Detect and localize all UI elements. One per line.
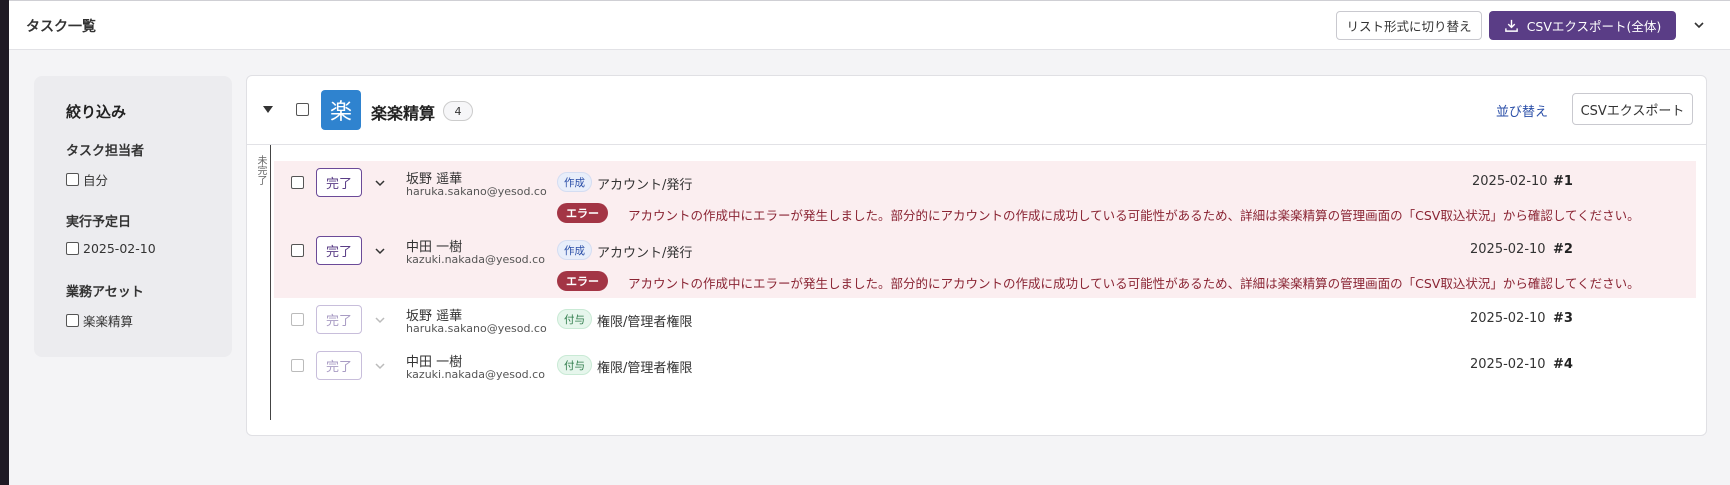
filter-title: 絞り込み [66,103,127,121]
filter-asset-option[interactable]: 楽楽精算 [66,311,133,330]
group-select-checkbox[interactable] [296,103,309,116]
asset-name: 楽楽精算 [371,104,436,123]
chevron-down-icon[interactable] [374,314,386,326]
task-number: #4 [1553,357,1573,372]
filter-asset-checkbox[interactable] [66,314,79,327]
collapse-caret-icon[interactable] [263,106,273,113]
task-date: 2025-02-10 [1470,311,1546,326]
csv-export-all-label: CSVエクスポート(全体) [1526,19,1662,34]
row-checkbox[interactable] [291,359,304,372]
error-badge: エラー [557,271,608,291]
download-icon [1504,19,1518,32]
asset-logo: 楽 [321,90,361,130]
switch-to-list-button[interactable]: リスト形式に切り替え [1336,11,1482,40]
complete-button[interactable]: 完了 [316,168,362,197]
task-number: #1 [1553,174,1573,189]
chevron-down-icon[interactable] [1692,18,1706,32]
status-section-bar: 未完了 [247,145,271,420]
chevron-down-icon[interactable] [374,360,386,372]
chevron-down-icon[interactable] [374,245,386,257]
filter-date-checkbox[interactable] [66,242,79,255]
row-checkbox[interactable] [291,176,304,189]
filter-assignee-checkbox[interactable] [66,173,79,186]
filter-date-option[interactable]: 2025-02-10 [66,241,156,256]
sort-link[interactable]: 並び替え [1496,101,1548,120]
csv-export-button[interactable]: CSVエクスポート [1572,93,1693,125]
task-row: 完了 坂野 遥華 haruka.sakano@yesod.co 作成 アカウント… [274,161,1696,229]
error-message: アカウントの作成中にエラーが発生しました。部分的にアカウントの作成に成功している… [628,208,1640,223]
complete-button[interactable]: 完了 [316,305,362,334]
status-section-label: 未完了 [255,155,266,185]
filter-assignee-option[interactable]: 自分 [66,170,108,189]
task-date: 2025-02-10 [1472,174,1548,189]
task-group-card: 楽 楽楽精算 4 並び替え CSVエクスポート 未完了 完了 坂野 遥華 har… [246,75,1707,436]
page-title: タスク一覧 [26,19,96,35]
task-row: 完了 中田 一樹 kazuki.nakada@yesod.co 付与 権限/管理… [274,344,1696,386]
complete-button[interactable]: 完了 [316,236,362,265]
task-type-tag: 付与 [557,355,592,375]
row-checkbox[interactable] [291,244,304,257]
task-label: 権限/管理者権限 [597,361,693,376]
task-label: アカウント/発行 [597,246,693,261]
filter-asset-heading: 業務アセット [66,285,144,300]
filter-date-heading: 実行予定日 [66,215,132,230]
group-header: 楽 楽楽精算 4 並び替え CSVエクスポート [247,76,1706,145]
task-date: 2025-02-10 [1470,357,1546,372]
task-type-tag: 作成 [557,172,592,192]
assignee-email: kazuki.nakada@yesod.co [406,368,545,381]
task-row: 完了 中田 一樹 kazuki.nakada@yesod.co 作成 アカウント… [274,229,1696,298]
task-type-tag: 付与 [557,309,592,329]
filter-assignee-heading: タスク担当者 [66,144,145,159]
window-edge [0,0,9,485]
task-date: 2025-02-10 [1470,242,1546,257]
task-number: #3 [1553,311,1573,326]
chevron-down-icon[interactable] [374,177,386,189]
task-count-badge: 4 [443,101,473,121]
row-checkbox[interactable] [291,313,304,326]
complete-button[interactable]: 完了 [316,351,362,380]
filter-date-label: 2025-02-10 [83,241,156,256]
task-number: #2 [1553,242,1573,257]
csv-export-all-button[interactable]: CSVエクスポート(全体) [1489,11,1676,40]
top-bar: タスク一覧 リスト形式に切り替え CSVエクスポート(全体) [9,1,1730,50]
task-type-tag: 作成 [557,240,592,260]
filter-asset-label: 楽楽精算 [83,314,134,329]
task-label: 権限/管理者権限 [597,315,693,330]
task-label: アカウント/発行 [597,178,693,193]
error-message: アカウントの作成中にエラーが発生しました。部分的にアカウントの作成に成功している… [628,276,1640,291]
task-row: 完了 坂野 遥華 haruka.sakano@yesod.co 付与 権限/管理… [274,298,1696,340]
assignee-email: kazuki.nakada@yesod.co [406,253,545,266]
error-badge: エラー [557,203,608,223]
filter-panel: 絞り込み タスク担当者 自分 実行予定日 2025-02-10 業務アセット 楽… [34,76,232,357]
filter-assignee-label: 自分 [83,173,109,188]
assignee-email: haruka.sakano@yesod.co [406,185,547,198]
assignee-email: haruka.sakano@yesod.co [406,322,547,335]
